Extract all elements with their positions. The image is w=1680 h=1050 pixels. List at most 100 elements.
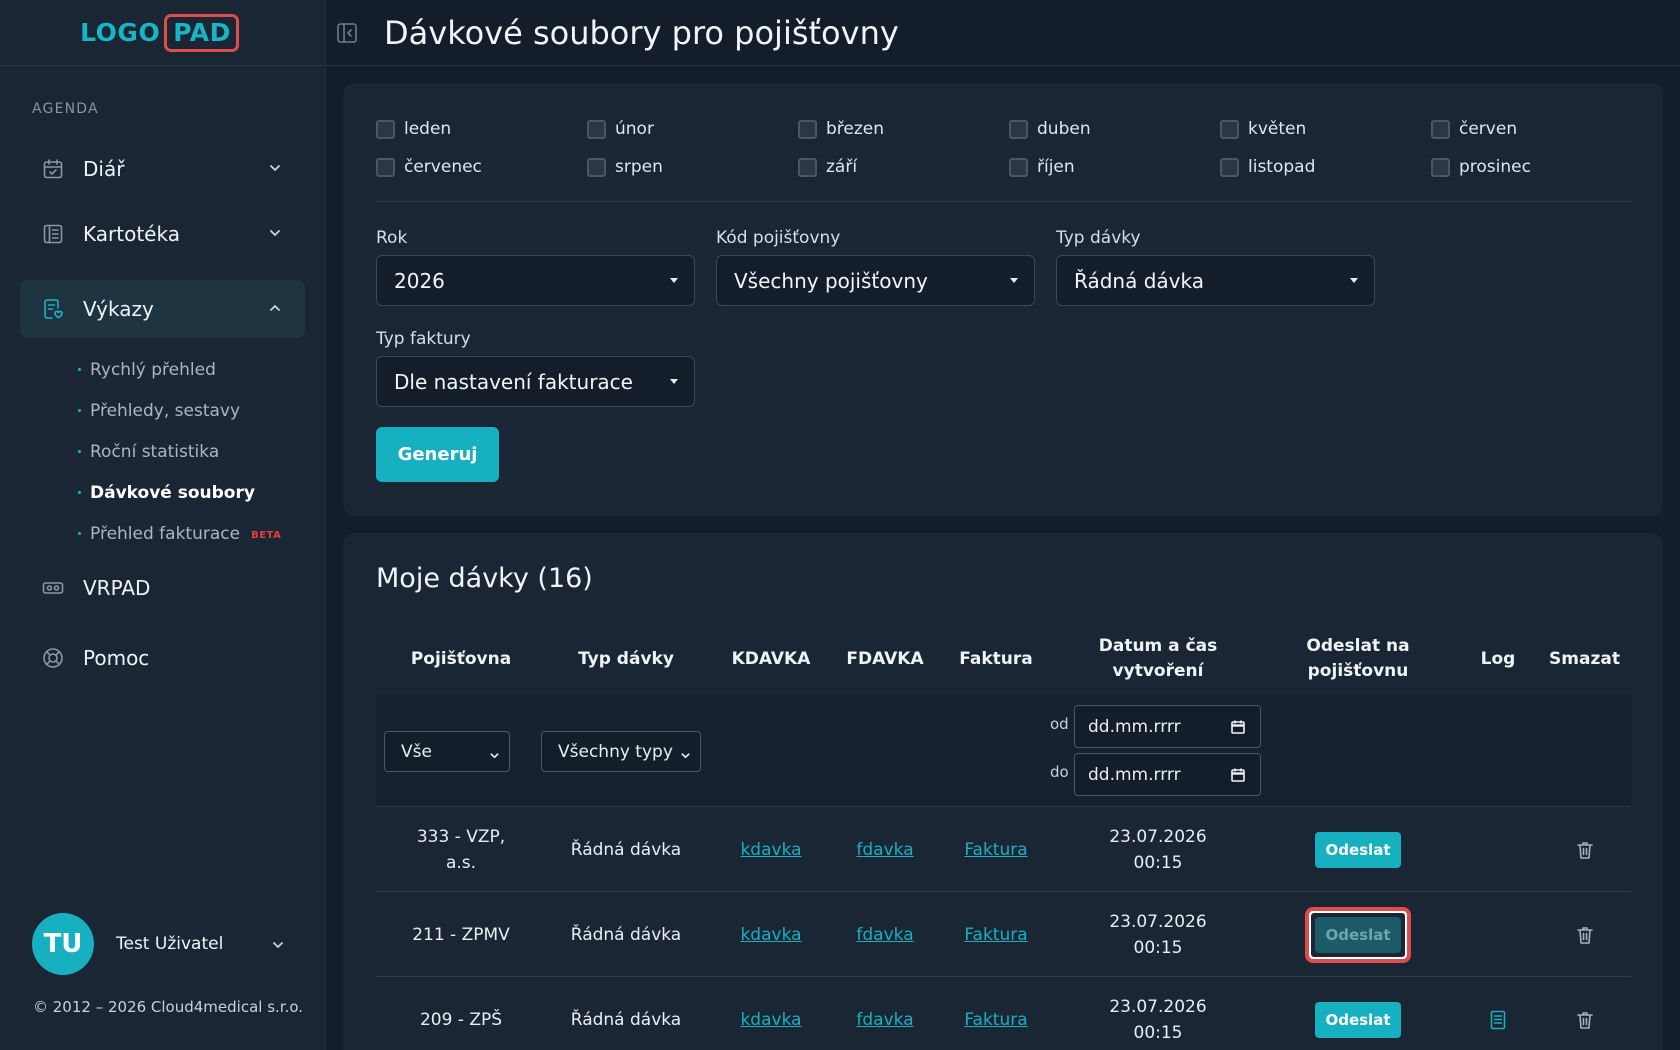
send-button-frame: Odeslat [1311,912,1405,957]
sidebar-collapse-icon[interactable] [336,22,358,44]
kdavka-link[interactable]: kdavka [740,922,801,948]
sidebar-item-pomoc[interactable]: Pomoc [20,629,305,687]
month-label: září [826,157,858,177]
cell-type: Řádná dávka [570,924,682,945]
batch-type-field: Typ dávky Řádná dávka [1056,228,1375,306]
insurer-filter-value: Vše [401,741,432,762]
fdavka-link[interactable]: fdavka [856,922,913,948]
month-checkbox-duben[interactable]: duben [1009,118,1220,140]
generate-button[interactable]: Generuj [376,427,499,482]
subnav-item-prehledy-sestavy[interactable]: Přehledy, sestavy [78,390,281,431]
logo[interactable]: LOGO PAD [80,13,239,52]
month-checkbox-cervenec[interactable]: červenec [376,156,587,178]
column-header-send: Odeslat na pojišťovnu [1258,623,1458,695]
month-checkbox-leden[interactable]: leden [376,118,587,140]
insurer-code-label: Kód pojišťovny [716,228,841,248]
checkbox[interactable] [587,119,606,139]
chevron-up-icon [267,300,283,316]
trash-icon[interactable] [1574,839,1596,861]
trash-icon[interactable] [1574,1009,1596,1031]
kdavka-link[interactable]: kdavka [740,837,801,863]
calendar-icon[interactable] [1230,719,1246,735]
send-button[interactable]: Odeslat [1315,831,1401,868]
month-checkbox-brezen[interactable]: březen [798,118,1009,140]
subnav-item-label: Přehledy, sestavy [90,400,241,421]
insurer-filter-select[interactable]: Vše [384,731,510,772]
caret-down-icon [1010,278,1018,283]
sidebar-item-vrpad[interactable]: VRPAD [20,559,305,617]
invoice-link[interactable]: Faktura [964,837,1027,863]
batch-type-label: Typ dávky [1056,228,1141,248]
log-document-icon[interactable] [1487,1009,1509,1031]
created-time: 00:15 [1133,1022,1183,1043]
insurer-code-select[interactable]: Všechny pojišťovny [716,255,1035,306]
checkbox[interactable] [1431,119,1450,139]
checkbox[interactable] [376,119,395,139]
column-header-created-line1: Datum a čas [1098,636,1218,656]
month-checkbox-unor[interactable]: únor [587,118,798,140]
subnav-item-davkove-soubory[interactable]: Dávkové soubory [78,472,281,513]
trash-icon[interactable] [1574,924,1596,946]
sidebar: LOGO PAD AGENDA Diář Kartotéka Výkazy Ry… [0,0,326,1050]
calendar-icon[interactable] [1230,767,1246,783]
sidebar-item-vykazy[interactable]: Výkazy [20,280,305,338]
type-filter-select[interactable]: Všechny typy [541,731,701,772]
checkbox[interactable] [587,157,606,177]
subnav-item-rocni-statistika[interactable]: Roční statistika [78,431,281,472]
date-to-input[interactable]: dd.mm.rrrr [1074,753,1261,796]
month-checkbox-srpen[interactable]: srpen [587,156,798,178]
chevron-down-icon [267,160,283,176]
sidebar-item-kartoteka[interactable]: Kartotéka [20,205,305,263]
cell-created: 23.07.2026 00:15 [1058,892,1258,977]
cell-kdavka: kdavka [706,807,836,892]
cell-created: 23.07.2026 00:15 [1058,807,1258,892]
batches-table: Pojišťovna Typ dávky KDAVKA FDAVKA Faktu… [376,623,1631,1050]
column-header-invoice: Faktura [959,648,1033,669]
checkbox[interactable] [1220,157,1239,177]
month-checkbox-listopad[interactable]: listopad [1220,156,1431,178]
checkbox[interactable] [1220,119,1239,139]
insurer-code-field: Kód pojišťovny Všechny pojišťovny [716,228,1035,306]
fdavka-link[interactable]: fdavka [856,1007,913,1033]
sidebar-item-diar[interactable]: Diář [20,140,305,198]
insurer-line1: 333 - VZP, [416,826,506,847]
checkbox[interactable] [376,157,395,177]
divider [376,201,1631,202]
fdavka-link[interactable]: fdavka [856,837,913,863]
invoice-link[interactable]: Faktura [964,922,1027,948]
batch-type-select[interactable]: Řádná dávka [1056,255,1375,306]
kdavka-link[interactable]: kdavka [740,1007,801,1033]
subnav-item-prehled-fakturace[interactable]: Přehled fakturace BETA [78,513,281,554]
user-menu[interactable]: TU Test Uživatel [32,913,292,975]
beta-badge: BETA [251,530,282,541]
checkbox[interactable] [1009,119,1028,139]
logo-area: LOGO PAD [0,0,325,66]
month-checkbox-cerven[interactable]: červen [1431,118,1642,140]
month-checkbox-rijen[interactable]: říjen [1009,156,1220,178]
subnav-item-rychly-prehled[interactable]: Rychlý přehled [78,349,281,390]
month-checkbox-prosinec[interactable]: prosinec [1431,156,1642,178]
month-checkbox-kveten[interactable]: květen [1220,118,1431,140]
invoice-type-select[interactable]: Dle nastavení fakturace [376,356,695,407]
month-label: leden [404,119,452,139]
checkbox[interactable] [798,119,817,139]
cell-kdavka: kdavka [706,892,836,977]
send-button-disabled[interactable]: Odeslat [1315,916,1401,953]
checkbox[interactable] [1431,157,1450,177]
column-header-send-line1: Odeslat na [1306,636,1410,656]
cell-delete [1538,892,1631,977]
month-label: březen [826,119,885,139]
year-select[interactable]: 2026 [376,255,695,306]
checkbox[interactable] [798,157,817,177]
send-button[interactable]: Odeslat [1315,1001,1401,1038]
cell-fdavka: fdavka [836,892,934,977]
user-name: Test Uživatel [116,934,224,954]
cell-send: Odeslat [1258,892,1458,977]
date-from-input[interactable]: dd.mm.rrrr [1074,705,1261,748]
cell-type: Řádná dávka [570,1009,682,1030]
checkbox[interactable] [1009,157,1028,177]
invoice-link[interactable]: Faktura [964,1007,1027,1033]
month-checkbox-zari[interactable]: září [798,156,1009,178]
sidebar-item-label: Kartotéka [83,222,180,246]
sidebar-item-label: Diář [83,157,125,181]
